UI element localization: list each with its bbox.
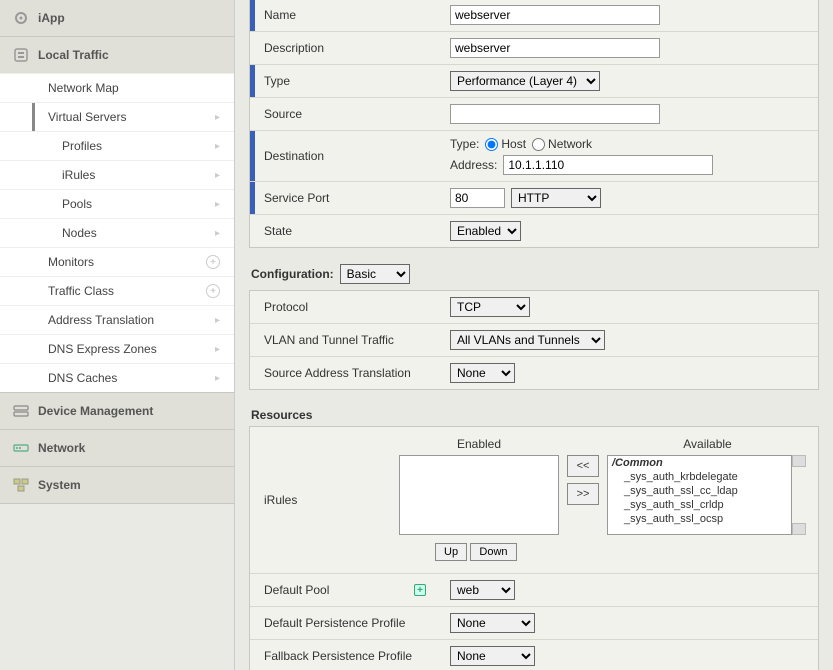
fallback-persistence-select[interactable]: None [450,646,535,666]
nav-section-system[interactable]: System [0,467,234,503]
sidebar-item-virtual-servers[interactable]: Virtual Servers ▸ [0,102,234,131]
protocol-label: Protocol [250,291,440,323]
system-icon [12,477,30,493]
scrollbar[interactable] [792,455,808,535]
irules-available-list[interactable]: /Common _sys_auth_krbdelegate _sys_auth_… [607,455,792,535]
available-header: Available [683,437,731,453]
nav-section-network[interactable]: Network [0,430,234,466]
sidebar-item-dns-express-zones[interactable]: DNS Express Zones ▸ [0,334,234,363]
name-label: Name [250,0,440,31]
nav-section-device-management[interactable]: Device Management [0,393,234,429]
up-button[interactable]: Up [435,543,467,561]
list-item[interactable]: _sys_auth_ssl_crldp [608,498,791,512]
sidebar-item-irules[interactable]: iRules ▸ [0,160,234,189]
chevron-right-icon: ▸ [215,344,220,355]
plus-icon[interactable]: + [206,284,220,298]
description-input[interactable] [450,38,660,58]
resources-header: Resources [249,400,819,426]
move-right-button[interactable]: >> [567,483,599,505]
default-pool-label: Default Pool + [250,574,440,606]
snat-select[interactable]: None [450,363,515,383]
device-icon [12,403,30,419]
dest-type-label: Type: [450,137,479,151]
name-input[interactable] [450,5,660,25]
nav-label: iApp [38,11,65,25]
list-item[interactable]: _sys_auth_ssl_ocsp [608,512,791,526]
chevron-right-icon: ▸ [215,373,220,384]
state-label: State [250,215,440,247]
vlan-select[interactable]: All VLANs and Tunnels [450,330,605,350]
plus-icon[interactable]: + [206,255,220,269]
nav-section-local-traffic[interactable]: Local Traffic [0,37,234,73]
default-pool-select[interactable]: web [450,580,515,600]
nav-label: System [38,478,81,492]
dest-host-radio[interactable]: Host [485,137,526,151]
sidebar-item-network-map[interactable]: Network Map [0,73,234,102]
description-label: Description [250,32,440,64]
network-icon [12,440,30,456]
sidebar: iApp Local Traffic Network Map Virtual S… [0,0,235,670]
list-item[interactable]: _sys_auth_ssl_cc_ldap [608,484,791,498]
nav-label: Device Management [38,404,153,418]
dest-address-label: Address: [450,158,497,172]
main-content: Name Description Type Performance (Layer… [235,0,833,670]
dest-network-radio[interactable]: Network [532,137,592,151]
sidebar-item-nodes[interactable]: Nodes ▸ [0,218,234,247]
resources-panel: iRules Enabled << >> Available [249,426,819,670]
sidebar-item-profiles[interactable]: Profiles ▸ [0,131,234,160]
chevron-right-icon: ▸ [215,199,220,210]
destination-label: Destination [250,131,440,181]
traffic-icon [12,47,30,63]
nav-label: Network [38,441,85,455]
default-persistence-select[interactable]: None [450,613,535,633]
sidebar-item-pools[interactable]: Pools ▸ [0,189,234,218]
protocol-select[interactable]: TCP [450,297,530,317]
gear-icon [12,10,30,26]
source-input[interactable] [450,104,660,124]
enabled-header: Enabled [457,437,501,453]
fallback-persistence-label: Fallback Persistence Profile [250,640,440,670]
down-button[interactable]: Down [470,543,516,561]
chevron-right-icon: ▸ [215,141,220,152]
configuration-select[interactable]: Basic [340,264,410,284]
chevron-right-icon: ▸ [215,170,220,181]
irules-label: iRules [250,427,389,573]
active-indicator [32,103,35,131]
default-persistence-label: Default Persistence Profile [250,607,440,639]
service-port-input[interactable] [450,188,505,208]
vlan-label: VLAN and Tunnel Traffic [250,324,440,356]
sidebar-item-dns-caches[interactable]: DNS Caches ▸ [0,363,234,392]
irules-enabled-list[interactable] [399,455,559,535]
sidebar-item-monitors[interactable]: Monitors + [0,247,234,276]
chevron-right-icon: ▸ [215,315,220,326]
list-item[interactable]: _sys_auth_krbdelegate [608,470,791,484]
sidebar-item-traffic-class[interactable]: Traffic Class + [0,276,234,305]
state-select[interactable]: Enabled [450,221,521,241]
nav-label: Local Traffic [38,48,109,62]
source-label: Source [250,98,440,130]
chevron-right-icon: ▸ [215,228,220,239]
service-port-proto-select[interactable]: HTTP [511,188,601,208]
type-label: Type [250,65,440,97]
snat-label: Source Address Translation [250,357,440,389]
add-pool-icon[interactable]: + [414,584,426,596]
general-properties-panel: Name Description Type Performance (Layer… [249,0,819,248]
nav-section-iapp[interactable]: iApp [0,0,234,36]
configuration-panel: Protocol TCP VLAN and Tunnel Traffic All… [249,290,819,390]
move-left-button[interactable]: << [567,455,599,477]
chevron-right-icon: ▸ [215,112,220,123]
service-port-label: Service Port [250,182,440,214]
sidebar-item-address-translation[interactable]: Address Translation ▸ [0,305,234,334]
type-select[interactable]: Performance (Layer 4) [450,71,600,91]
configuration-bar: Configuration: Basic [249,258,819,290]
dest-address-input[interactable] [503,155,713,175]
